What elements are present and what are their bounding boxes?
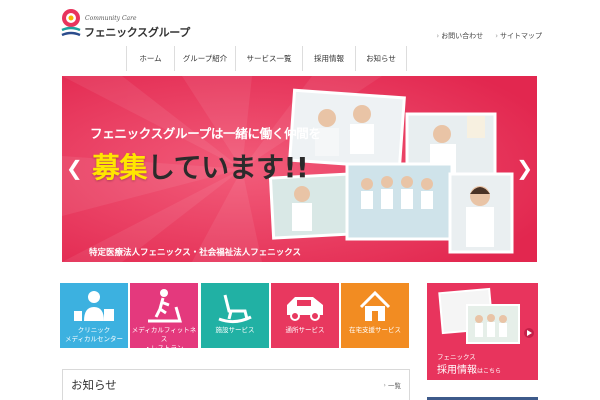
house-icon [359,290,391,321]
global-nav: ホーム グループ紹介 サービス一覧 採用情報 お知らせ [126,46,407,71]
nav-item-home[interactable]: ホーム [127,46,175,71]
hero-headline: フェニックスグループは一緒に働く仲間を [90,126,321,141]
logo-title: フェニックスグループ [84,26,191,39]
chevron-right-icon: › [436,32,440,40]
nav-item-recruit[interactable]: 採用情報 [303,46,356,71]
chevron-right-icon: › [495,32,498,40]
next-slide-icon[interactable]: ❯ [516,156,533,180]
nav-item-news[interactable]: お知らせ [356,46,407,71]
tile-facility[interactable]: 施設サービス [201,283,269,348]
news-title: お知らせ [71,378,117,392]
prev-slide-icon[interactable]: ❮ [66,156,83,180]
phoenix-logo-icon [61,9,81,37]
logo-tagline: Community Care [85,15,137,22]
sitemap-link[interactable]: › サイトマップ [495,31,542,41]
tile-homecare-label: 在宅支援サービス [349,326,401,334]
hero-footer-text: 特定医療法人フェニックス・社会福祉法人フェニックス [89,248,301,258]
news-box: お知らせ › 一覧 [62,369,410,400]
tile-fitness[interactable]: メディカルフィットネス ・レストラン [130,283,198,352]
tile-facility-label: 施設サービス [215,326,255,334]
news-list-link[interactable]: › 一覧 [383,380,401,390]
car-icon [287,297,323,321]
chevron-right-icon: › [383,381,386,389]
recruit-org-name: フェニックス [437,353,476,361]
treadmill-icon [148,289,182,323]
hero-main-copy: 募集しています!! [92,151,309,184]
contact-link[interactable]: › お問い合わせ [436,31,483,41]
tile-clinic-label: クリニック メディカルセンター [64,326,124,343]
tile-clinic[interactable]: クリニック メディカルセンター [60,283,128,348]
tile-homecare[interactable]: 在宅支援サービス [341,283,409,348]
tile-fitness-label: メディカルフィットネス ・レストラン [131,326,197,352]
nav-item-services[interactable]: サービス一覧 [236,46,303,71]
doctor-icon [74,291,114,321]
hero-banner[interactable]: フェニックスグループは一緒に働く仲間を 募集しています!! 特定医療法人フェニッ… [62,76,537,262]
utility-links: › お問い合わせ › サイトマップ [436,31,542,41]
rocking-chair-icon [218,294,252,324]
nav-item-group[interactable]: グループ紹介 [175,46,236,71]
tile-daycare-label: 通所サービス [285,326,325,334]
recruit-title: 採用情報はこちら [437,365,502,376]
tile-daycare[interactable]: 通所サービス [271,283,339,348]
recruit-banner[interactable]: フェニックス 採用情報はこちら [427,283,538,380]
logo[interactable]: Community Care フェニックスグループ [58,8,191,42]
